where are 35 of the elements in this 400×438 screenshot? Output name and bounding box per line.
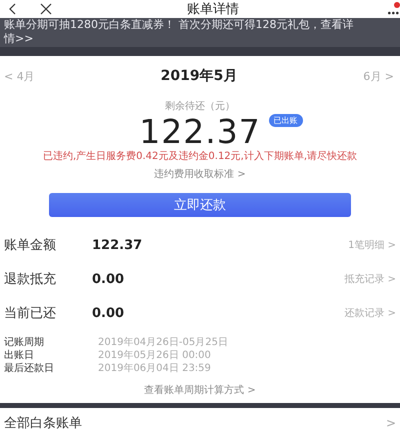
detail-value: 2019年04月26日-05月25日 [98,336,228,350]
pay-now-button[interactable]: 立即还款 [49,193,351,218]
row-label: 当前已还 [4,305,57,322]
row-label: 账单金额 [4,237,57,254]
page-title: 账单详情 [186,1,240,18]
row-link[interactable]: 抵充记录 > [344,272,396,286]
remaining-label: 剩余待还（元） [165,100,235,114]
detail-label: 记账周期 [4,336,45,350]
remaining-amount: 122.37 [139,113,261,152]
status-badge: 已出账 [268,114,303,128]
row-value: 122.37 [92,238,144,253]
detail-value: 2019年06月04日 23:59 [98,362,211,376]
overdue-warning: 已违约,产生日服务费0.42元及违约金0.12元,计入下期账单,请尽快还款 [42,151,358,164]
detail-value: 2019年05月26日 00:00 [98,349,211,362]
row-value: 0.00 [92,306,126,321]
next-month-link[interactable]: 6月 > [363,68,394,84]
row-value: 0.00 [92,272,126,287]
month-title: 2019年5月 [160,67,238,86]
row-link[interactable]: 1笔明细 > [348,238,396,252]
row-link[interactable]: 还款记录 > [344,306,396,320]
all-bills-label: 全部白条账单 [4,415,82,432]
more-button[interactable] [388,2,400,16]
more-icon [388,2,400,16]
detail-label: 最后还款日 [4,362,55,376]
close-icon [40,3,52,15]
back-icon [8,3,16,15]
fee-standard-link[interactable]: 违约费用收取标准 > [154,167,246,182]
arrow-text: > [386,416,396,430]
all-bills-row[interactable]: 全部白条账单 > [0,408,400,438]
detail-label: 出账日 [4,348,35,362]
close-button[interactable] [40,3,52,15]
row-label: 退款抵充 [4,271,57,288]
cycle-rule-link[interactable]: 查看账单周期计算方式 > [144,382,256,397]
previous-month-link[interactable]: < 4月 [4,68,35,84]
back-button[interactable] [8,3,16,15]
